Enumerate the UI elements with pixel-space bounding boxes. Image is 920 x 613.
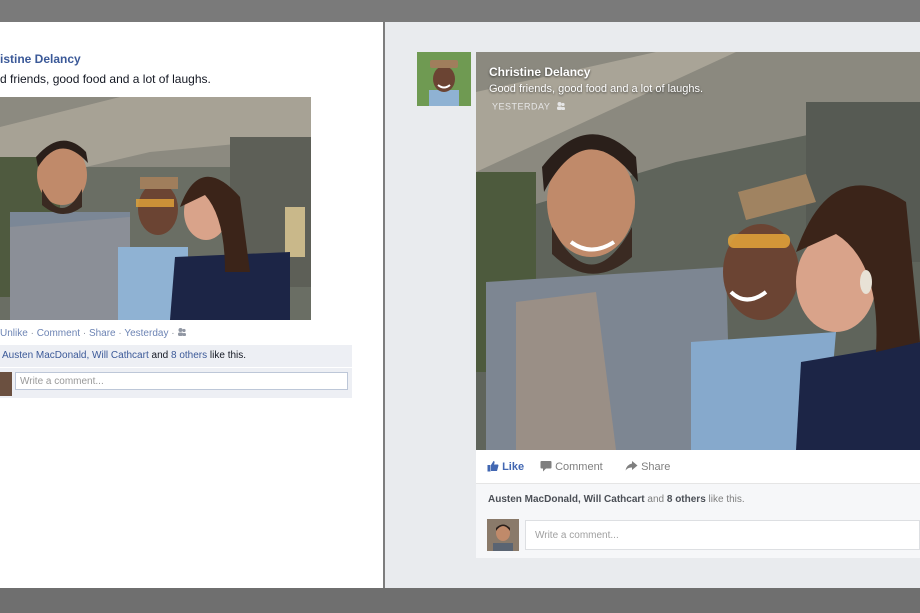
bottom-frame-bar (0, 588, 920, 613)
author-avatar-image (417, 52, 471, 106)
separator: · (80, 328, 89, 340)
old-post-action-row: Unlike · Comment · Share · Yesterday · (0, 327, 187, 340)
top-frame-bar (0, 0, 920, 22)
new-post-comment-row: Write a comment... (476, 516, 920, 558)
like-button[interactable]: Like (487, 460, 524, 475)
comment-icon (540, 460, 552, 475)
old-post-likes-bar: Austen MacDonald, Will Cathcart and 8 ot… (0, 345, 352, 367)
others-link[interactable]: 8 others (171, 350, 207, 361)
others-link[interactable]: 8 others (667, 494, 706, 505)
likes-and-text: and (647, 494, 665, 505)
like-label: Like (502, 461, 525, 473)
commenter-avatar (487, 519, 519, 551)
old-post-photo[interactable] (0, 97, 311, 320)
comment-button[interactable]: Comment (540, 460, 603, 475)
timestamp-link[interactable]: Yesterday (124, 328, 168, 339)
likes-and-text: and (151, 350, 169, 361)
old-post-status-text: d friends, good food and a lot of laughs… (0, 72, 211, 86)
new-post-action-bar: Like Comment Share (476, 450, 920, 484)
likes-suffix: like this. (708, 494, 745, 505)
thumbs-up-icon (487, 460, 499, 475)
new-post-likes-bar: Austen MacDonald, Will Cathcart and 8 ot… (476, 484, 920, 516)
comment-label: Comment (555, 461, 603, 473)
commenter-avatar (0, 372, 12, 396)
separator: · (27, 328, 37, 340)
share-label: Share (641, 461, 671, 473)
old-post-comment-row: Write a comment... (0, 368, 352, 398)
liker-names-link[interactable]: Austen MacDonald, Will Cathcart (488, 494, 645, 505)
old-comment-input[interactable]: Write a comment... (15, 372, 348, 390)
share-arrow-icon (625, 460, 638, 475)
share-button[interactable]: Share (625, 460, 670, 475)
new-comment-input[interactable]: Write a comment... (525, 520, 920, 550)
friends-icon (556, 101, 566, 113)
old-post-author[interactable]: istine Delancy (0, 52, 81, 66)
comment-link[interactable]: Comment (37, 328, 80, 339)
friends-icon (177, 327, 187, 340)
new-post-timestamp[interactable]: YESTERDAY (492, 101, 566, 113)
unlike-link[interactable]: Unlike (0, 328, 28, 339)
new-post-status-text: Good friends, good food and a lot of lau… (489, 83, 704, 95)
share-link[interactable]: Share (89, 328, 116, 339)
old-post-photo-image (0, 97, 311, 320)
new-post-author[interactable]: Christine Delancy (489, 65, 590, 79)
separator: · (168, 328, 178, 340)
author-avatar[interactable] (417, 52, 471, 106)
timestamp-text: YESTERDAY (492, 101, 551, 112)
liker-names-link[interactable]: Austen MacDonald, Will Cathcart (0, 350, 149, 361)
commenter-avatar-image (487, 519, 519, 551)
likes-suffix: like this. (209, 350, 247, 361)
